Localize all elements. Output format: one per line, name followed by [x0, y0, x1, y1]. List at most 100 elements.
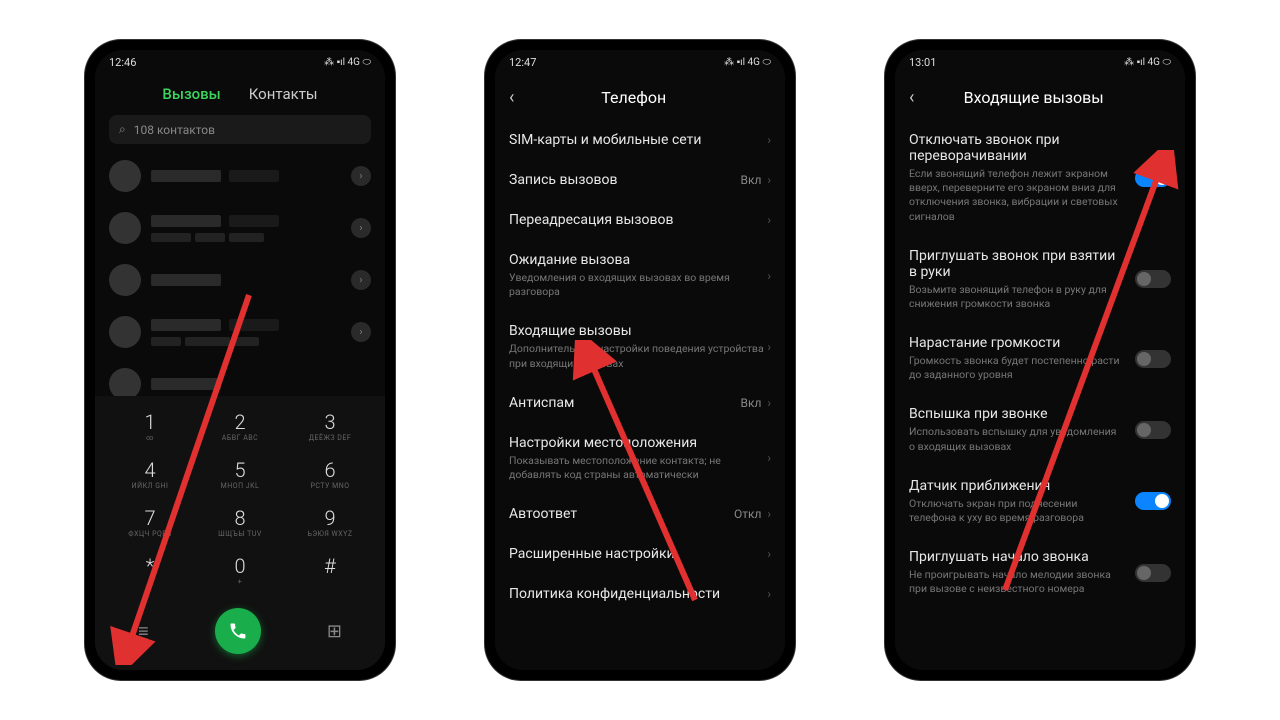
chevron-right-icon[interactable]: › — [351, 218, 371, 238]
settings-item[interactable]: SIM-карты и мобильные сети› — [509, 120, 771, 160]
key-6[interactable]: 6РСТУ MNO — [295, 458, 365, 490]
status-bar: 12:46 ⁂ ▪ıl 4G ⬭ — [95, 50, 385, 75]
item-title: Вспышка при звонке — [909, 406, 1125, 422]
item-subtitle: Возьмите звонящий телефон в руку для сни… — [909, 283, 1125, 311]
item-value: Вкл — [740, 173, 761, 187]
item-title: Антиспам — [509, 395, 740, 411]
item-title: Настройки местоположения — [509, 435, 767, 451]
settings-item[interactable]: Настройки местоположения Показывать место… — [509, 423, 771, 494]
chevron-right-icon: › — [767, 547, 771, 561]
chevron-right-icon: › — [767, 396, 771, 410]
key-hash[interactable]: # — [295, 554, 365, 586]
item-subtitle: Отключать экран при поднесении телефона … — [909, 497, 1125, 525]
item-title: Ожидание вызова — [509, 252, 767, 268]
key-8[interactable]: 8ШЩЪЫ TUV — [205, 506, 275, 538]
toggle-switch[interactable] — [1135, 350, 1171, 368]
phone-2: 12:47 ⁂ ▪ıl 4G ⬭ ‹ Телефон SIM-карты и м… — [485, 40, 795, 680]
chevron-right-icon: › — [767, 587, 771, 601]
toggle-switch[interactable] — [1135, 421, 1171, 439]
item-title: Переадресация вызовов — [509, 212, 767, 228]
settings-item: Приглушать звонок при взятии в руки Возьм… — [909, 236, 1171, 323]
settings-item: Нарастание громкости Громкость звонка буд… — [909, 323, 1171, 394]
item-value: Вкл — [740, 396, 761, 410]
status-icons: ⁂ ▪ıl 4G ⬭ — [724, 57, 771, 68]
chevron-right-icon: › — [767, 451, 771, 465]
status-bar: 12:47 ⁂ ▪ıl 4G ⬭ — [495, 50, 785, 75]
item-subtitle: Показывать местоположение контакта; не д… — [509, 454, 767, 482]
settings-list: Отключать звонок при переворачиванииЕсли… — [895, 120, 1185, 608]
clock: 12:47 — [509, 56, 536, 69]
toggle-switch[interactable] — [1135, 492, 1171, 510]
settings-item: Датчик приближения Отключать экран при по… — [909, 466, 1171, 537]
key-3[interactable]: 3ДЕЁЖЗ DEF — [295, 410, 365, 442]
avatar — [109, 160, 141, 192]
tab-calls[interactable]: Вызовы — [162, 85, 220, 103]
settings-item[interactable]: Ожидание вызоваУведомления о входящих вы… — [509, 240, 771, 311]
settings-item[interactable]: Политика конфиденциальности› — [509, 574, 771, 614]
item-title: Политика конфиденциальности — [509, 586, 767, 602]
toggle-switch[interactable] — [1135, 564, 1171, 582]
page-title: Телефон — [522, 88, 771, 107]
screen-3: 13:01 ⁂ ▪ıl 4G ⬭ ‹ Входящие вызовы Отклю… — [895, 50, 1185, 670]
status-bar: 13:01 ⁂ ▪ıl 4G ⬭ — [895, 50, 1185, 75]
settings-item[interactable]: АнтиспамВкл › — [509, 383, 771, 423]
list-item[interactable]: › — [109, 202, 371, 254]
dialpad: 1∞ 2АБВГ ABC 3ДЕЁЖЗ DEF 4ИЙКЛ GHI 5МНОП JKL… — [95, 396, 385, 670]
clock: 12:46 — [109, 56, 136, 69]
item-title: Запись вызовов — [509, 172, 740, 188]
page-title: Входящие вызовы — [922, 88, 1171, 107]
settings-item[interactable]: Входящие вызовыДополнительные настройки … — [509, 311, 771, 382]
chevron-right-icon[interactable]: › — [351, 270, 371, 290]
toggle-switch[interactable] — [1135, 169, 1171, 187]
avatar — [109, 264, 141, 296]
chevron-right-icon: › — [767, 133, 771, 147]
chevron-right-icon[interactable]: › — [351, 166, 371, 186]
settings-item: Приглушать начало звонка Не проигрывать н… — [909, 537, 1171, 608]
key-2[interactable]: 2АБВГ ABC — [205, 410, 275, 442]
chevron-right-icon: › — [767, 269, 771, 283]
avatar — [109, 212, 141, 244]
key-9[interactable]: 9ЬЭЮЯ WXYZ — [295, 506, 365, 538]
item-title: Нарастание громкости — [909, 335, 1125, 351]
avatar — [109, 316, 141, 348]
item-title: Отключать звонок при переворачивании — [909, 132, 1125, 164]
key-star[interactable]: * — [115, 554, 185, 586]
item-subtitle: Громкость звонка будет постепенно расти … — [909, 354, 1125, 382]
dialpad-toggle[interactable]: ⊞ — [327, 621, 342, 642]
back-button[interactable]: ‹ — [509, 87, 514, 108]
menu-button[interactable]: ≡ — [138, 621, 149, 642]
header: ‹ Входящие вызовы — [895, 75, 1185, 120]
list-item[interactable]: › — [109, 254, 371, 306]
tab-contacts[interactable]: Контакты — [249, 85, 318, 103]
settings-item[interactable]: АвтоответОткл› — [509, 494, 771, 534]
item-subtitle: Не проигрывать начало мелодии звонка при… — [909, 568, 1125, 596]
key-4[interactable]: 4ИЙКЛ GHI — [115, 458, 185, 490]
settings-item[interactable]: Переадресация вызовов› — [509, 200, 771, 240]
toggle-switch[interactable] — [1135, 270, 1171, 288]
header: ‹ Телефон — [495, 75, 785, 120]
key-0[interactable]: 0+ — [205, 554, 275, 586]
search-input[interactable]: ⌕ 108 контактов — [109, 115, 371, 144]
phone-1: 12:46 ⁂ ▪ıl 4G ⬭ Вызовы Контакты ⌕ 108 к… — [85, 40, 395, 680]
tabs: Вызовы Контакты — [95, 75, 385, 109]
item-title: Приглушать начало звонка — [909, 549, 1125, 565]
key-5[interactable]: 5МНОП JKL — [205, 458, 275, 490]
item-title: Приглушать звонок при взятии в руки — [909, 248, 1125, 280]
screen-1: 12:46 ⁂ ▪ıl 4G ⬭ Вызовы Контакты ⌕ 108 к… — [95, 50, 385, 670]
list-item[interactable]: › — [109, 150, 371, 202]
item-title: Расширенные настройки — [509, 546, 767, 562]
back-button[interactable]: ‹ — [909, 87, 914, 108]
settings-item: Вспышка при звонке Использовать вспышку д… — [909, 394, 1171, 465]
settings-item[interactable]: Запись вызововВкл› — [509, 160, 771, 200]
chevron-right-icon: › — [767, 507, 771, 521]
list-item[interactable]: › — [109, 306, 371, 358]
call-button[interactable] — [215, 608, 261, 654]
chevron-right-icon[interactable]: › — [351, 322, 371, 342]
search-icon: ⌕ — [119, 122, 126, 137]
item-title: Автоответ — [509, 506, 734, 522]
settings-item[interactable]: Расширенные настройки› — [509, 534, 771, 574]
item-title: Датчик приближения — [909, 478, 1125, 494]
key-1[interactable]: 1∞ — [115, 410, 185, 442]
item-subtitle: Использовать вспышку для уведомления о в… — [909, 425, 1125, 453]
key-7[interactable]: 7ФХЦЧ PQRS — [115, 506, 185, 538]
